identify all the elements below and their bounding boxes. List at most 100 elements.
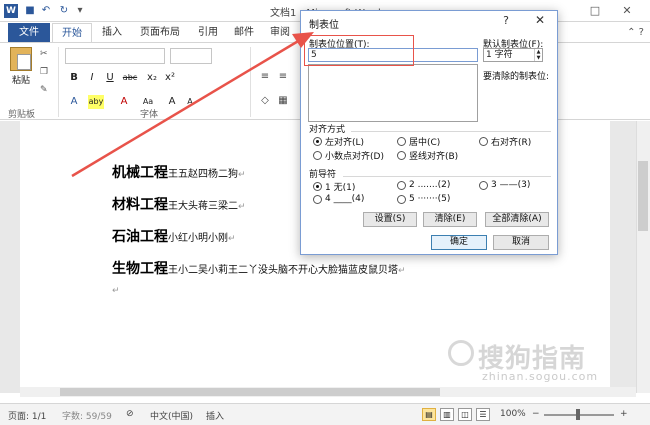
strikethrough-button[interactable]: abc <box>122 71 138 85</box>
radio-icon[interactable] <box>313 151 322 160</box>
radio-leader-5[interactable]: 5 ·······(5) <box>397 194 450 204</box>
paste-icon[interactable] <box>10 47 32 71</box>
restore-icon[interactable]: □ <box>588 4 602 18</box>
zoom-out-icon[interactable]: − <box>532 409 540 419</box>
radio-icon[interactable] <box>479 180 488 190</box>
tabs-to-clear-label: 要清除的制表位: <box>483 72 550 82</box>
spinner-icon[interactable]: ▲ ▼ <box>534 49 542 61</box>
radio-icon[interactable] <box>397 180 406 190</box>
tab-references[interactable]: 引用 <box>192 23 224 42</box>
radio-align-bar[interactable]: 竖线对齐(B) <box>397 149 458 162</box>
status-mode[interactable]: 插入 <box>206 409 224 422</box>
font-name-combo[interactable] <box>65 48 165 64</box>
radio-align-left[interactable]: 左对齐(L) <box>313 135 364 148</box>
cut-icon[interactable]: ✂ <box>40 49 48 59</box>
group-separator <box>250 47 251 117</box>
set-button[interactable]: 设置(S) <box>363 212 417 227</box>
ok-button[interactable]: 确定 <box>431 235 487 250</box>
shading-icon[interactable]: ◇ <box>258 95 272 107</box>
help-icon[interactable]: ? <box>499 14 513 27</box>
font-group-label: 字体 <box>140 110 159 120</box>
radio-leader-1[interactable]: 1 无(1) <box>313 180 355 193</box>
save-icon[interactable]: ■ <box>24 5 36 17</box>
tab-insert[interactable]: 插入 <box>96 23 128 42</box>
web-layout-view-icon[interactable]: ◫ <box>458 408 472 421</box>
tab-page-layout[interactable]: 页面布局 <box>132 23 188 42</box>
tab-stop-list[interactable] <box>308 64 478 122</box>
tab-file[interactable]: 文件 <box>8 23 50 42</box>
radio-leader-4[interactable]: 4 ____(4) <box>313 194 364 204</box>
doc-line-body: 小红小明小刚 <box>168 233 228 244</box>
radio-align-decimal[interactable]: 小数点对齐(D) <box>313 149 384 162</box>
paragraph-mark-icon: ↵ <box>238 202 246 212</box>
radio-checked-icon[interactable] <box>313 182 322 191</box>
clear-button[interactable]: 清除(E) <box>423 212 477 227</box>
superscript-button[interactable]: x² <box>162 71 178 85</box>
close-window-icon[interactable]: ✕ <box>620 4 634 18</box>
qat-customize-icon[interactable]: ▾ <box>74 5 86 17</box>
radio-align-right[interactable]: 右对齐(R) <box>479 135 531 148</box>
italic-button[interactable]: I <box>84 71 100 85</box>
status-bar: 页面: 1/1 字数: 59/59 ⊘ 中文(中国) 插入 ▤ ▥ ◫ ☰ 10… <box>0 403 650 425</box>
radio-icon[interactable] <box>479 137 488 146</box>
borders-icon[interactable]: ▦ <box>276 95 290 107</box>
redo-icon[interactable]: ↻ <box>58 5 70 17</box>
text-effects-button[interactable]: A <box>66 95 82 109</box>
vertical-scrollbar[interactable] <box>636 121 650 393</box>
radio-icon[interactable] <box>397 194 406 204</box>
zoom-slider-thumb[interactable] <box>576 409 580 420</box>
radio-icon[interactable] <box>313 194 322 204</box>
doc-line-3[interactable]: 石油工程小红小明小刚↵ <box>112 226 236 246</box>
status-word-count[interactable]: 字数: 59/59 <box>62 409 112 422</box>
subscript-button[interactable]: x₂ <box>144 71 160 85</box>
ribbon-help-icons[interactable]: ⌃ ? <box>627 27 644 38</box>
doc-line-heading: 生物工程 <box>112 261 168 277</box>
tab-review[interactable]: 审阅 <box>264 23 296 42</box>
horizontal-scrollbar[interactable] <box>20 387 636 397</box>
align-center-icon[interactable]: ≡ <box>276 71 290 83</box>
vertical-scroll-thumb[interactable] <box>638 161 648 231</box>
status-language[interactable]: 中文(中国) <box>150 409 193 422</box>
doc-line-heading: 机械工程 <box>112 165 168 181</box>
status-page[interactable]: 页面: 1/1 <box>8 409 46 422</box>
underline-button[interactable]: U <box>102 71 118 85</box>
shrink-font-button[interactable]: A <box>182 95 198 109</box>
radio-icon[interactable] <box>397 137 406 146</box>
tab-home[interactable]: 开始 <box>52 23 92 42</box>
watermark-url: zhinan.sogou.com <box>482 370 599 383</box>
format-painter-icon[interactable]: ✎ <box>40 85 48 95</box>
default-tab-value: 1 字符 <box>486 50 513 60</box>
font-color-button[interactable]: A <box>116 95 132 109</box>
status-zoom[interactable]: 100% <box>500 409 526 419</box>
bold-button[interactable]: B <box>66 71 82 85</box>
doc-line-heading: 材料工程 <box>112 197 168 213</box>
radio-leader-2[interactable]: 2 .......(2) <box>397 180 450 190</box>
print-layout-view-icon[interactable]: ▤ <box>422 408 436 421</box>
cancel-button[interactable]: 取消 <box>493 235 549 250</box>
highlight-button[interactable]: aby <box>88 95 104 109</box>
full-screen-view-icon[interactable]: ▥ <box>440 408 454 421</box>
doc-line-1[interactable]: 机械工程王五赵四杨二狗↵ <box>112 162 246 182</box>
default-tab-stepper[interactable]: 1 字符 ▲ ▼ <box>483 48 543 62</box>
font-size-combo[interactable] <box>170 48 212 64</box>
zoom-in-icon[interactable]: + <box>620 409 628 419</box>
radio-label: 右对齐(R) <box>491 138 532 148</box>
grow-font-button[interactable]: A <box>164 95 180 109</box>
doc-line-2[interactable]: 材料工程王大头蒋三梁二↵ <box>112 194 246 214</box>
horizontal-scroll-thumb[interactable] <box>60 388 440 396</box>
tab-mailings[interactable]: 邮件 <box>228 23 260 42</box>
outline-view-icon[interactable]: ☰ <box>476 408 490 421</box>
radio-leader-3[interactable]: 3 ——(3) <box>479 180 530 190</box>
proofing-icon[interactable]: ⊘ <box>126 409 134 419</box>
close-icon[interactable]: ✕ <box>533 13 547 27</box>
radio-label: 1 无(1) <box>325 183 356 193</box>
doc-line-body: 王五赵四杨二狗 <box>168 169 238 180</box>
copy-icon[interactable]: ❐ <box>40 67 48 77</box>
clear-all-button[interactable]: 全部清除(A) <box>485 212 549 227</box>
undo-icon[interactable]: ↶ <box>40 5 52 17</box>
radio-checked-icon[interactable] <box>313 137 322 146</box>
radio-align-center[interactable]: 居中(C) <box>397 135 440 148</box>
align-left-icon[interactable]: ≡ <box>258 71 272 83</box>
doc-line-4[interactable]: 生物工程王小二吴小莉王二丫没头脑不开心大脸猫蓝皮鼠贝塔↵ <box>112 258 406 278</box>
radio-icon[interactable] <box>397 151 406 160</box>
